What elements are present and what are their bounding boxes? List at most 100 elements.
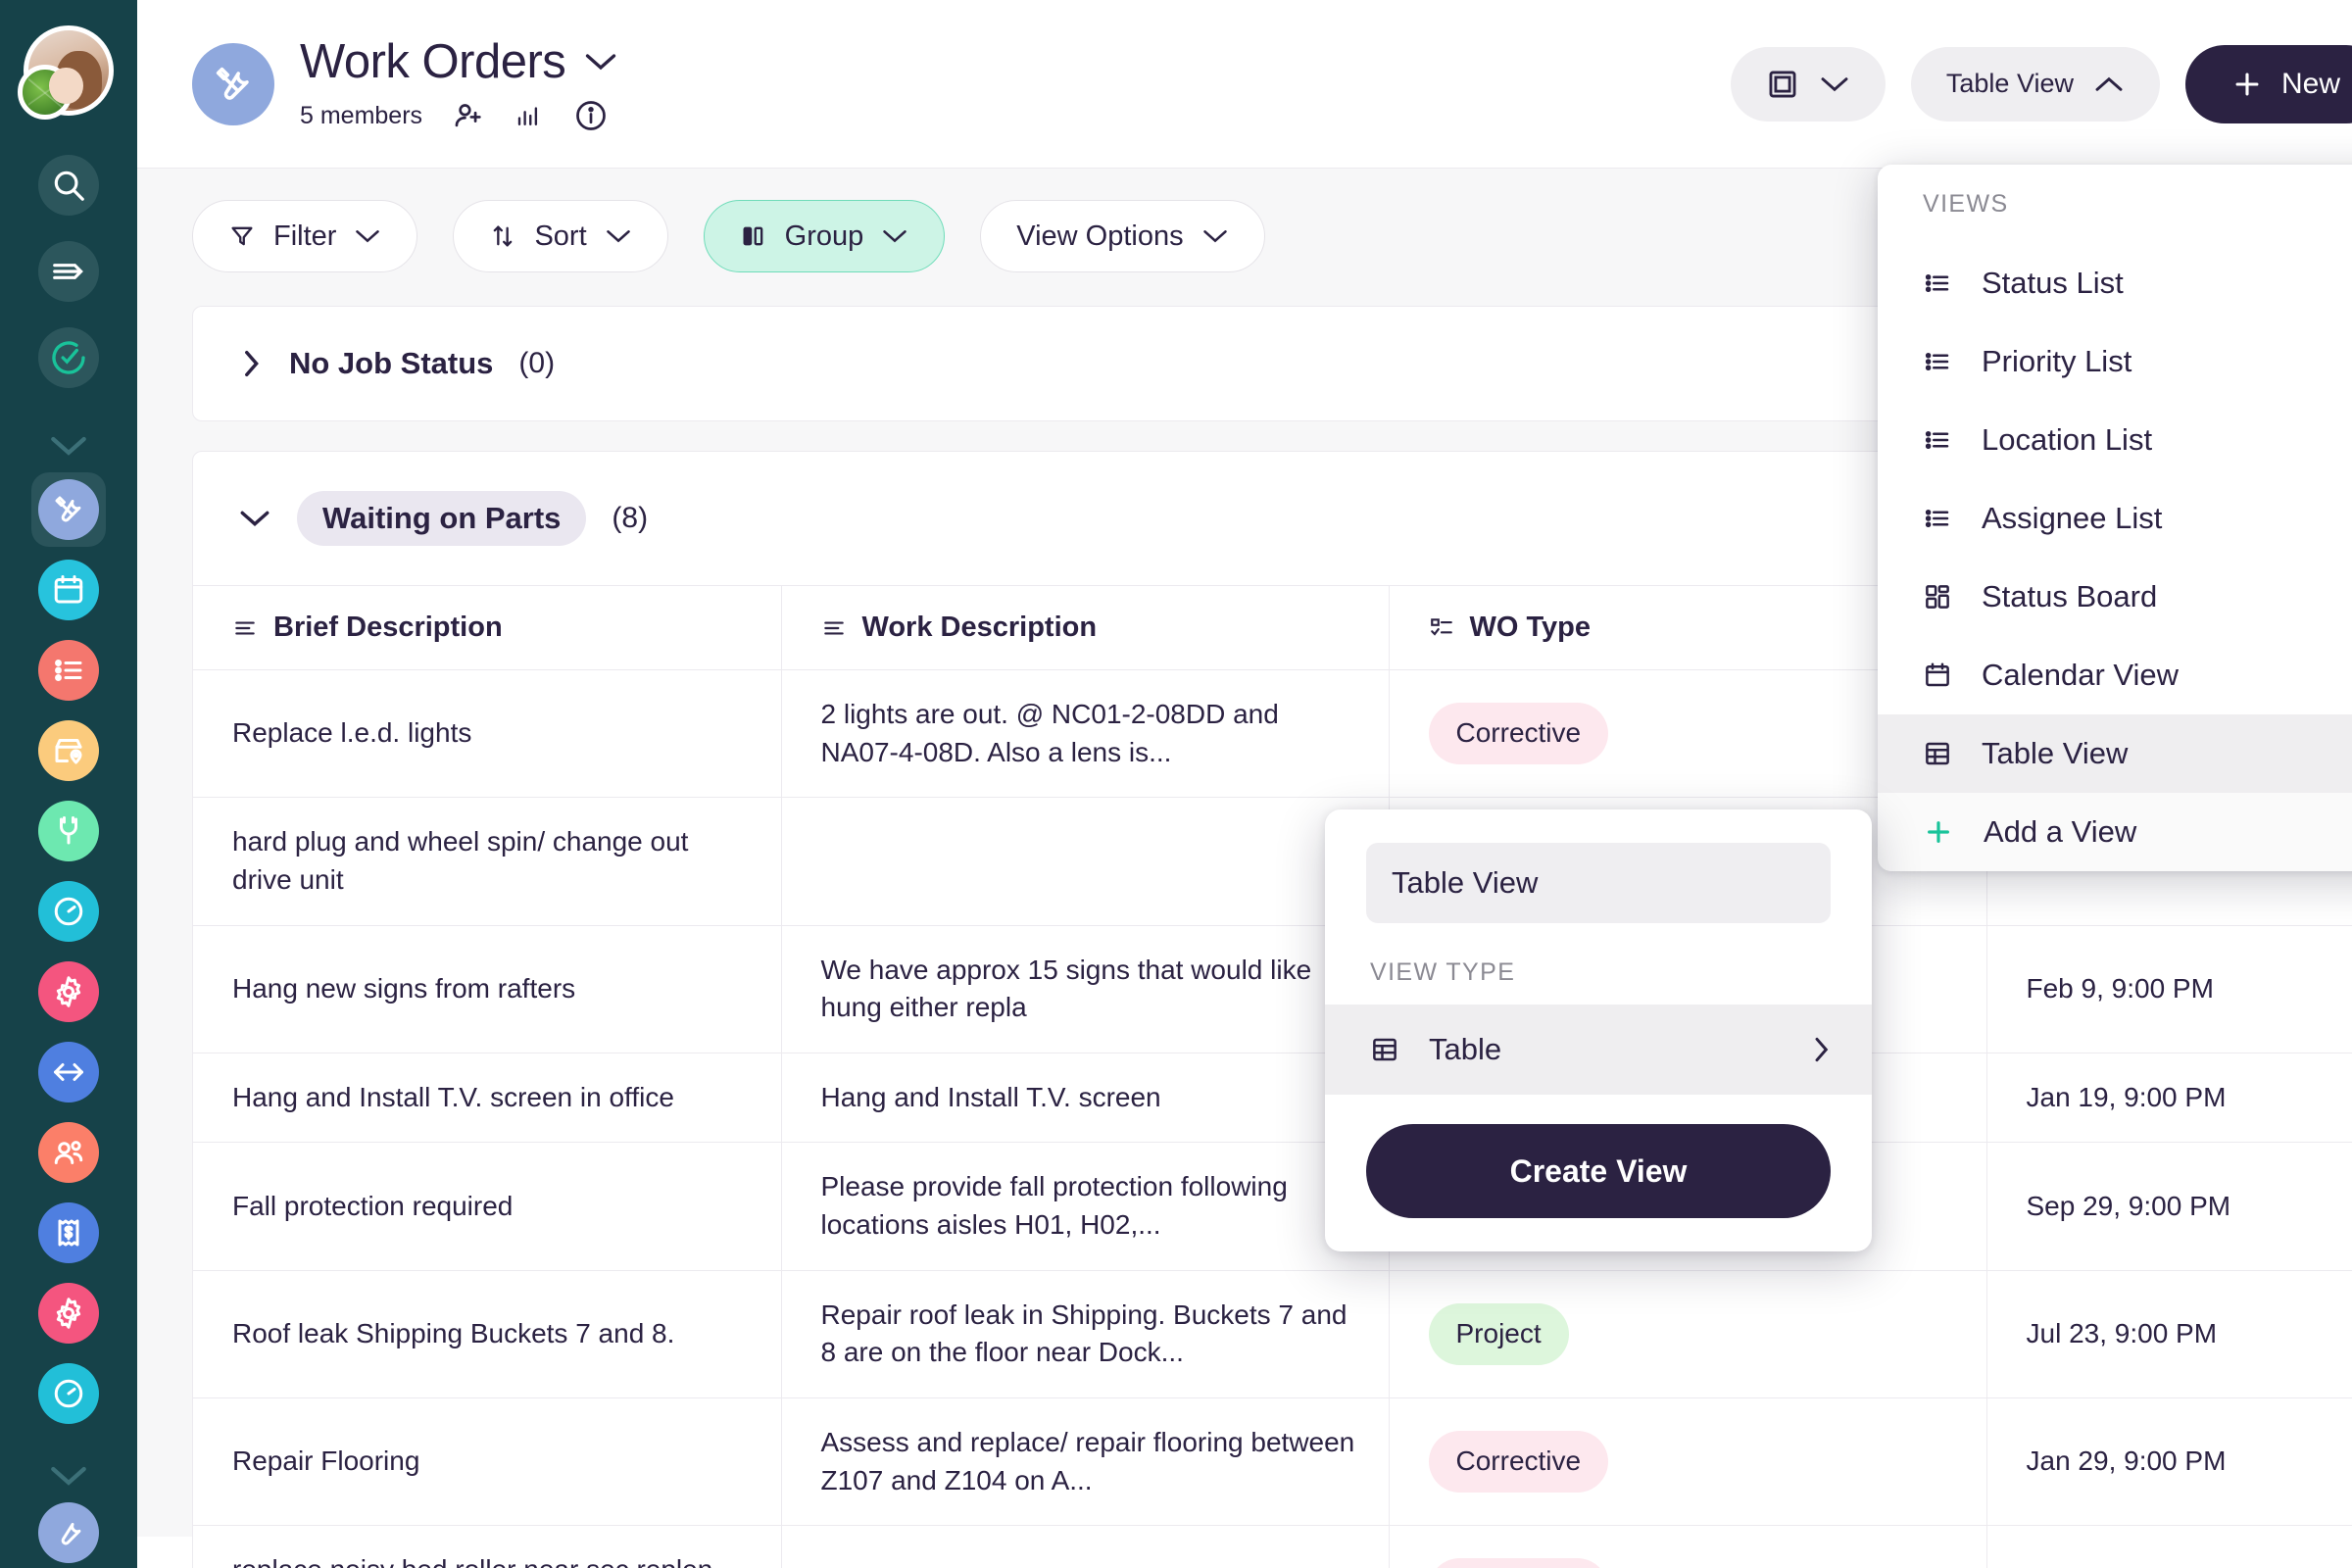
cell-work-description[interactable]: Assess and replace/ repair flooring betw…	[781, 1396, 1390, 1526]
cell-work-description[interactable]	[781, 797, 1390, 925]
view-item-assignee-list[interactable]: Assignee List	[1878, 479, 2352, 558]
calendar-view-icon	[1923, 661, 1952, 690]
check-circle-icon[interactable]	[38, 327, 99, 388]
cell-work-description[interactable]: Please provide fall protection following…	[781, 1142, 1390, 1271]
cell-work-description[interactable]: Repair roof leak in Shipping. Buckets 7 …	[781, 1269, 1390, 1398]
sidebar-item-purchasing[interactable]	[38, 1202, 99, 1263]
sidebar-item-admin[interactable]	[38, 1283, 99, 1344]
title-chevron-down-icon[interactable]	[583, 51, 618, 73]
cell-wo-type[interactable]: Corrective	[1389, 1396, 1987, 1526]
sidebar-item-meters[interactable]	[38, 881, 99, 942]
cell-completion[interactable]: Jul 23, 9:00 PM	[1986, 1269, 2352, 1398]
cell-completion[interactable]: Apr 4, 9:00 PM	[1986, 1525, 2352, 1568]
sidebar-item-transfers[interactable]	[38, 1042, 99, 1102]
table-row[interactable]: Fall protection required Please provide …	[193, 1142, 2352, 1271]
view-options-button[interactable]: View Options	[980, 200, 1265, 272]
bar-chart-icon[interactable]	[514, 100, 544, 131]
new-button[interactable]: New	[2184, 44, 2352, 123]
view-item-label: Status Board	[1982, 579, 2158, 613]
filter-button[interactable]: Filter	[192, 200, 418, 272]
top-actions: Table View New	[1730, 44, 2352, 123]
cell-brief-description[interactable]: replace noisy bed roller near sec replen…	[193, 1525, 782, 1568]
view-item-status-board[interactable]: Status Board	[1878, 558, 2352, 636]
table-view-icon	[1370, 1035, 1399, 1064]
plus-icon	[2230, 68, 2264, 101]
layout-chevron-down-icon	[1819, 74, 1850, 94]
add-person-icon[interactable]	[452, 99, 485, 132]
table-view-icon	[1923, 739, 1952, 768]
chevron-down-icon[interactable]	[238, 506, 271, 531]
plus-icon	[1923, 816, 1954, 848]
cell-work-description[interactable]: We have approx 15 signs that would like …	[781, 924, 1390, 1054]
column-label: WO Type	[1469, 612, 1592, 643]
view-item-label: Priority List	[1982, 344, 2132, 378]
view-item-priority-list[interactable]: Priority List	[1878, 322, 2352, 401]
search-icon[interactable]	[38, 155, 99, 216]
add-view-button[interactable]: Add a View	[1878, 793, 2352, 871]
view-item-calendar-view[interactable]: Calendar View	[1878, 636, 2352, 714]
views-dropdown: VIEWS Status List Priority List Location…	[1878, 165, 2352, 871]
view-item-table-view[interactable]: Table View	[1878, 714, 2352, 793]
table-row[interactable]: Hang new signs from rafters We have appr…	[193, 924, 2352, 1054]
table-row[interactable]: Roof leak Shipping Buckets 7 and 8. Repa…	[193, 1269, 2352, 1398]
cell-completion[interactable]: Sep 29, 9:00 PM	[1986, 1142, 2352, 1271]
sort-button[interactable]: Sort	[453, 200, 668, 272]
view-type-option-table[interactable]: Table	[1325, 1004, 1872, 1095]
sidebar-item-extra[interactable]	[38, 1502, 99, 1563]
cell-brief-description[interactable]: Repair Flooring	[193, 1396, 782, 1526]
sidebar-item-calendar[interactable]	[38, 560, 99, 620]
view-switcher-label: Table View	[1945, 69, 2074, 98]
cell-work-description[interactable]: part ordered	[781, 1525, 1390, 1568]
column-header-brief-description[interactable]: Brief Description	[193, 585, 782, 670]
avatar[interactable]	[18, 25, 114, 120]
cell-completion[interactable]: Jan 19, 9:00 PM	[1986, 1052, 2352, 1143]
tools-icon	[192, 42, 274, 125]
column-label: Brief Description	[273, 612, 503, 643]
cell-wo-type[interactable]: Corrective	[1389, 1525, 1987, 1568]
cell-wo-type[interactable]: Project	[1389, 1269, 1987, 1398]
group-count: (8)	[612, 502, 649, 534]
sort-icon	[489, 222, 516, 250]
sidebar-item-list[interactable]	[38, 640, 99, 701]
group-button[interactable]: Group	[703, 200, 946, 272]
view-item-location-list[interactable]: Location List	[1878, 401, 2352, 479]
filter-label: Filter	[273, 220, 337, 252]
cell-brief-description[interactable]: Replace l.e.d. lights	[193, 668, 782, 798]
view-item-label: Table View	[1982, 736, 2129, 770]
select-list-icon	[1429, 615, 1454, 641]
sidebar-item-reports[interactable]	[38, 1363, 99, 1424]
view-name-input[interactable]	[1366, 843, 1831, 923]
cell-completion[interactable]: Jan 29, 9:00 PM	[1986, 1396, 2352, 1526]
sidebar-item-assets[interactable]	[38, 801, 99, 861]
arrow-right-icon[interactable]	[38, 241, 99, 302]
cell-work-description[interactable]: Hang and Install T.V. screen	[781, 1052, 1390, 1143]
table-row[interactable]: replace noisy bed roller near sec replen…	[193, 1525, 2352, 1568]
sidebar-item-locations[interactable]	[38, 720, 99, 781]
sidebar-item-people[interactable]	[38, 1122, 99, 1183]
cell-brief-description[interactable]: Roof leak Shipping Buckets 7 and 8.	[193, 1269, 782, 1398]
cell-brief-description[interactable]: Hang new signs from rafters	[193, 924, 782, 1054]
cell-completion[interactable]: Feb 9, 9:00 PM	[1986, 924, 2352, 1054]
column-header-work-description[interactable]: Work Description	[781, 585, 1390, 670]
status-badge: Corrective	[1428, 1431, 1609, 1493]
create-view-button[interactable]: Create View	[1366, 1124, 1831, 1218]
info-icon[interactable]	[573, 98, 609, 133]
chevron-right-icon[interactable]	[238, 347, 264, 380]
text-lines-icon	[821, 615, 847, 641]
layout-button[interactable]	[1730, 46, 1886, 122]
sidebar-item-settings[interactable]	[38, 961, 99, 1022]
view-item-label: Assignee List	[1982, 501, 2163, 535]
group-label: Group	[784, 220, 864, 252]
view-switcher-button[interactable]: Table View	[1910, 46, 2160, 122]
cell-brief-description[interactable]: hard plug and wheel spin/ change out dri…	[193, 797, 782, 925]
table-row[interactable]: Repair Flooring Assess and replace/ repa…	[193, 1396, 2352, 1526]
sidebar-item-work-orders[interactable]	[31, 472, 106, 547]
group-chevron-down-icon	[881, 227, 908, 245]
cell-work-description[interactable]: 2 lights are out. @ NC01-2-08DD and NA07…	[781, 668, 1390, 798]
cell-brief-description[interactable]: Fall protection required	[193, 1142, 782, 1271]
view-item-status-list[interactable]: Status List	[1878, 244, 2352, 322]
chevron-down-more-icon[interactable]	[48, 1463, 89, 1489]
cell-brief-description[interactable]: Hang and Install T.V. screen in office	[193, 1052, 782, 1143]
table-row[interactable]: Hang and Install T.V. screen in office H…	[193, 1052, 2352, 1143]
chevron-down-icon[interactable]	[48, 433, 89, 459]
